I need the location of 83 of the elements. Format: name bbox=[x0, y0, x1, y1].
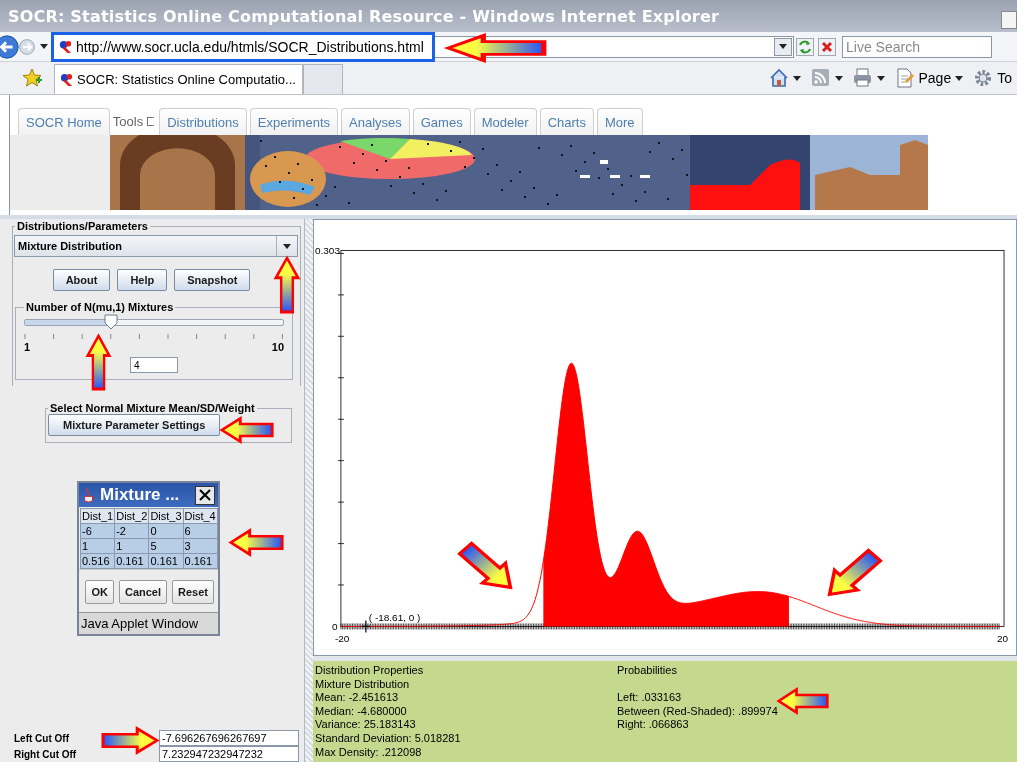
coordinate-label: ( -18.61, 0 ) bbox=[368, 612, 421, 624]
home-icon bbox=[768, 68, 789, 88]
action-button[interactable]: Help bbox=[117, 269, 168, 291]
stat-text: Right: .066863 bbox=[617, 718, 690, 732]
tab-title: SOCR: Statistics Online Computatio... bbox=[77, 72, 296, 87]
feed-icon bbox=[810, 68, 831, 88]
distribution-dropdown[interactable]: Mixture Distribution bbox=[14, 235, 299, 257]
action-button[interactable]: About bbox=[52, 269, 111, 291]
stop-icon[interactable] bbox=[818, 37, 836, 56]
cursor-mark bbox=[361, 619, 371, 634]
stat-text: Mixture Distribution bbox=[315, 677, 411, 692]
column-header: Dist_3 bbox=[148, 508, 184, 524]
caret-icon bbox=[779, 44, 787, 49]
button-label: Page bbox=[918, 70, 952, 86]
slider-min-label: 1 bbox=[24, 341, 31, 353]
favorites-star-icon[interactable] bbox=[22, 68, 42, 88]
site-tab[interactable]: SOCR Home bbox=[18, 108, 110, 135]
cut-off-field[interactable]: -7.696267696267697 bbox=[159, 730, 299, 746]
gear-icon bbox=[973, 68, 994, 88]
cut-off-field[interactable]: 7.232947232947232 bbox=[159, 746, 299, 762]
window-title: SOCR: Statistics Online Computational Resource - Windows Internet Explorer bbox=[8, 6, 721, 26]
axis-label: 20 bbox=[997, 633, 1009, 645]
page-button[interactable]: Page bbox=[889, 68, 969, 88]
caret-icon bbox=[955, 75, 964, 81]
caret-icon bbox=[792, 75, 801, 81]
field-label: Right Cut Off bbox=[13, 748, 78, 760]
section-title: Probabilities bbox=[617, 664, 678, 678]
dropdown-value: Mixture Distribution bbox=[18, 240, 123, 252]
site-icon bbox=[58, 39, 73, 54]
minimize-button[interactable] bbox=[1001, 11, 1017, 29]
site-icon bbox=[59, 72, 74, 87]
site-tab[interactable]: Analyses bbox=[341, 108, 410, 135]
column-header: Dist_2 bbox=[114, 508, 149, 524]
action-button[interactable]: Snapshot bbox=[174, 269, 251, 291]
mixture-settings-button[interactable]: Mixture Parameter Settings bbox=[48, 414, 221, 436]
site-tab[interactable]: More bbox=[596, 108, 643, 135]
dialog-button[interactable]: Cancel bbox=[118, 580, 168, 604]
axis-label: 0 bbox=[331, 621, 338, 633]
value-field[interactable]: 4 bbox=[130, 357, 178, 373]
menu-label[interactable]: Tools bbox=[112, 114, 144, 129]
axis-label: 0.303 bbox=[315, 244, 340, 256]
close-button[interactable] bbox=[195, 485, 215, 505]
caret-icon bbox=[283, 243, 292, 249]
stat-text: Max Density: .212098 bbox=[315, 745, 423, 760]
caret-icon bbox=[876, 75, 885, 81]
dialog-button[interactable]: Reset bbox=[172, 580, 214, 604]
section-title: Distribution Properties bbox=[315, 664, 425, 678]
dialog-button[interactable]: OK bbox=[85, 580, 114, 604]
axis-label: -20 bbox=[334, 633, 350, 645]
group-title: Distributions/Parameters bbox=[16, 220, 149, 232]
field-label: Left Cut Off bbox=[13, 732, 70, 744]
splitter-handle[interactable] bbox=[304, 219, 313, 762]
slider[interactable] bbox=[24, 314, 285, 330]
caret-icon bbox=[834, 75, 843, 81]
site-tab[interactable]: Games bbox=[412, 108, 471, 135]
stat-text: Between (Red-Shaded): .899974 bbox=[617, 704, 778, 719]
button-label: To bbox=[997, 70, 1012, 86]
printer-icon bbox=[852, 68, 873, 88]
cup-icon bbox=[82, 486, 96, 504]
stat-text: Median: -4.680000 bbox=[315, 704, 408, 719]
site-tab[interactable]: Distributions bbox=[159, 108, 247, 135]
browser-tab[interactable]: SOCR: Statistics Online Computatio... bbox=[54, 64, 303, 94]
group-title: Select Normal Mixture Mean/SD/Weight bbox=[49, 402, 256, 414]
window-title: Mixture ... bbox=[100, 485, 181, 505]
page-icon bbox=[894, 68, 915, 88]
close-icon bbox=[199, 489, 211, 501]
site-tab[interactable]: Charts bbox=[539, 108, 594, 135]
back-button[interactable] bbox=[0, 33, 20, 60]
search-field[interactable]: Live Search bbox=[842, 35, 992, 58]
slider-thumb[interactable] bbox=[103, 314, 118, 330]
group-title: Number of N(mu,1) Mixtures bbox=[25, 301, 175, 313]
status-bar: Java Applet Window bbox=[79, 612, 218, 634]
column-header: Dist_1 bbox=[80, 508, 115, 524]
gear-button[interactable]: To bbox=[968, 68, 1017, 88]
stat-text: Variance: 25.183143 bbox=[315, 718, 417, 732]
stat-text: Left: .033163 bbox=[617, 691, 683, 705]
site-tab[interactable]: Modeler bbox=[473, 108, 537, 135]
stat-text: Mean: -2.451613 bbox=[315, 691, 400, 705]
stat-text: Standard Deviation: 5.018281 bbox=[315, 731, 462, 746]
site-tab[interactable]: Experiments bbox=[249, 108, 338, 135]
slider-max-label: 10 bbox=[271, 341, 285, 353]
column-header: Dist_4 bbox=[183, 508, 218, 524]
url-text: http://www.socr.ucla.edu/htmls/SOCR_Distributions.html bbox=[76, 38, 424, 55]
